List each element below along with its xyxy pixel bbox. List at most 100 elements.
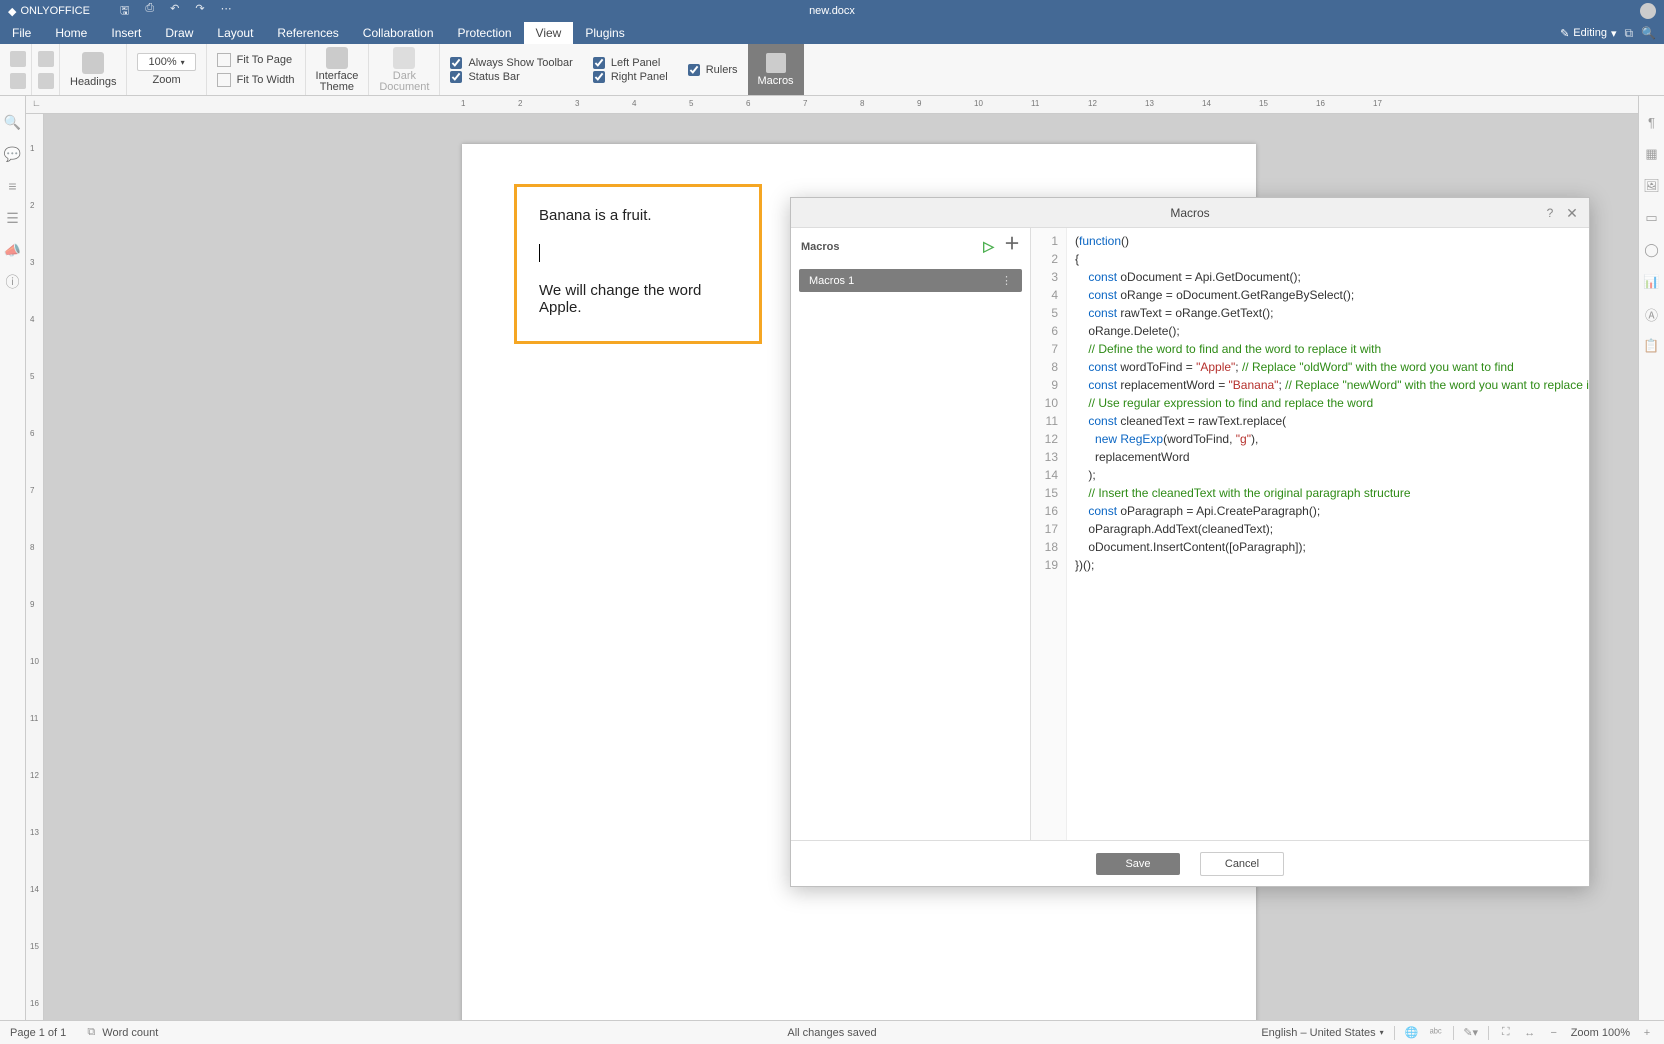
app-name: ONLYOFFICE xyxy=(20,5,89,17)
macros-button[interactable]: Macros xyxy=(748,44,804,95)
doc-line-1: Banana is a fruit. xyxy=(539,207,737,224)
zoom-label: Zoom xyxy=(153,74,181,86)
highlighted-selection: Banana is a fruit. We will change the wo… xyxy=(514,184,762,344)
menu-insert[interactable]: Insert xyxy=(99,22,153,44)
more-icon[interactable]: ⋯ xyxy=(221,2,232,21)
vertical-ruler[interactable]: 123456789101112131415161718 xyxy=(26,114,44,1020)
zoom-out-icon[interactable]: − xyxy=(1547,1026,1561,1040)
user-avatar[interactable] xyxy=(1640,3,1656,19)
zoom-level[interactable]: Zoom 100% xyxy=(1571,1027,1630,1039)
paragraph-settings-icon[interactable]: ¶ xyxy=(1644,114,1660,130)
wordcount-label: Word count xyxy=(102,1027,158,1039)
menu-layout[interactable]: Layout xyxy=(205,22,265,44)
kebab-icon[interactable]: ⋮ xyxy=(1001,274,1012,287)
shape-settings-icon[interactable]: ◯ xyxy=(1644,242,1660,258)
menubar: FileHomeInsertDrawLayoutReferencesCollab… xyxy=(0,22,1664,44)
ribbon-view: Headings 100% ▾ Zoom Fit To Page Fit To … xyxy=(0,44,1664,96)
chevron-down-icon: ▾ xyxy=(181,58,185,67)
checkbox[interactable] xyxy=(450,57,462,69)
fit-width-status-icon[interactable]: ↔ xyxy=(1523,1026,1537,1040)
menu-file[interactable]: File xyxy=(0,22,43,44)
save-icon[interactable]: 🖫 xyxy=(120,2,129,21)
titlebar: ◆ ONLYOFFICE 🖫 ⎙ ↶ ↷ ⋯ new.docx xyxy=(0,0,1664,22)
cancel-button[interactable]: Cancel xyxy=(1200,852,1284,876)
check-right-panel[interactable]: Right Panel xyxy=(593,71,668,83)
zoom-value-dropdown[interactable]: 100% ▾ xyxy=(137,53,195,71)
fit-page-status-icon[interactable]: ⛶ xyxy=(1499,1026,1513,1040)
table-settings-icon[interactable]: ▦ xyxy=(1644,146,1660,162)
quick-access-toolbar: 🖫 ⎙ ↶ ↷ ⋯ xyxy=(120,2,232,21)
spellcheck-icon[interactable]: 🌐 xyxy=(1405,1026,1419,1040)
about-icon[interactable]: ⓘ xyxy=(5,274,21,290)
search-icon[interactable]: 🔍 xyxy=(1641,26,1656,40)
redo-icon[interactable]: ↷ xyxy=(195,2,204,21)
menu-references[interactable]: References xyxy=(265,22,350,44)
menu-home[interactable]: Home xyxy=(43,22,99,44)
menu-view[interactable]: View xyxy=(524,22,574,44)
horizontal-ruler[interactable]: ∟ 1234567891011121314151617 xyxy=(26,96,1638,114)
headings-panel-icon[interactable]: ≡ xyxy=(5,178,21,194)
editing-mode-dropdown[interactable]: ✎ Editing ▾ xyxy=(1560,27,1616,40)
menu-plugins[interactable]: Plugins xyxy=(573,22,636,44)
fit-to-page[interactable]: Fit To Page xyxy=(217,53,292,67)
check-always-show-toolbar[interactable]: Always Show Toolbar xyxy=(450,57,572,69)
pencil-icon: ✎ xyxy=(1560,27,1569,40)
dark-doc-icon xyxy=(393,47,415,69)
macros-label: Macros xyxy=(758,75,794,87)
dialog-help-icon[interactable]: ? xyxy=(1541,204,1559,222)
undo-icon[interactable]: ↶ xyxy=(170,2,179,21)
format-painter-icon[interactable] xyxy=(38,73,54,89)
check-label: Right Panel xyxy=(611,71,668,83)
header-footer-icon[interactable]: ▭ xyxy=(1644,210,1660,226)
editing-label: Editing xyxy=(1573,27,1607,39)
theme-icon xyxy=(326,47,348,69)
paste-icon[interactable] xyxy=(10,73,26,89)
check-left-panel[interactable]: Left Panel xyxy=(593,57,668,69)
menu-collaboration[interactable]: Collaboration xyxy=(351,22,446,44)
dark-document-toggle: DarkDocument xyxy=(369,44,440,95)
trackchanges-icon[interactable]: ✎▾ xyxy=(1464,1026,1478,1040)
tab-stop-indicator[interactable]: ∟ xyxy=(32,98,41,108)
chart-settings-icon[interactable]: 📊 xyxy=(1644,274,1660,290)
save-status: All changes saved xyxy=(787,1027,876,1039)
check-status-bar[interactable]: Status Bar xyxy=(450,71,572,83)
run-macro-icon[interactable]: ▷ xyxy=(983,238,994,255)
menu-protection[interactable]: Protection xyxy=(446,22,524,44)
wordcount-button[interactable]: ⧉Word count xyxy=(84,1026,158,1040)
check-label: Rulers xyxy=(706,64,738,76)
fit-to-width[interactable]: Fit To Width xyxy=(217,73,295,87)
outline-icon[interactable]: ☰ xyxy=(5,210,21,226)
comments-icon[interactable]: 💬 xyxy=(5,146,21,162)
add-macro-icon[interactable]: ＋ xyxy=(1004,238,1020,255)
macro-list-panel: Macros ▷ ＋ Macros 1⋮ xyxy=(791,228,1031,840)
navigation-headings[interactable]: Headings xyxy=(60,44,127,95)
code-body[interactable]: (function(){ const oDocument = Api.GetDo… xyxy=(1067,228,1589,840)
check-rulers[interactable]: Rulers xyxy=(688,64,738,76)
copy-icon[interactable] xyxy=(10,51,26,67)
dialog-close-icon[interactable]: ✕ xyxy=(1563,204,1581,222)
checkbox[interactable] xyxy=(688,64,700,76)
textart-settings-icon[interactable]: Ⓐ xyxy=(1644,306,1660,322)
statusbar: Page 1 of 1 ⧉Word count All changes save… xyxy=(0,1020,1664,1044)
page-indicator[interactable]: Page 1 of 1 xyxy=(10,1027,66,1039)
dialog-titlebar[interactable]: Macros ? ✕ xyxy=(791,198,1589,228)
checkbox[interactable] xyxy=(593,71,605,83)
form-settings-icon[interactable]: 📋 xyxy=(1644,338,1660,354)
doc-language-dropdown[interactable]: English – United States▾ xyxy=(1261,1027,1383,1039)
macro-item[interactable]: Macros 1⋮ xyxy=(799,269,1022,292)
checkbox[interactable] xyxy=(450,71,462,83)
image-settings-icon[interactable]: 🖼 xyxy=(1644,178,1660,194)
spellcheck-abc-icon[interactable]: ᵃᵇᶜ xyxy=(1429,1026,1443,1040)
save-button[interactable]: Save xyxy=(1096,853,1180,875)
interface-theme-dropdown[interactable]: InterfaceTheme xyxy=(306,44,370,95)
open-location-icon[interactable]: ⧉ xyxy=(1624,26,1633,41)
feedback-icon[interactable]: 📣 xyxy=(5,242,21,258)
print-icon[interactable]: ⎙ xyxy=(145,2,154,21)
cut-icon[interactable] xyxy=(38,51,54,67)
zoom-in-icon[interactable]: + xyxy=(1640,1026,1654,1040)
checkbox[interactable] xyxy=(593,57,605,69)
headings-label: Headings xyxy=(70,76,116,88)
menu-draw[interactable]: Draw xyxy=(153,22,205,44)
find-icon[interactable]: 🔍 xyxy=(5,114,21,130)
code-editor[interactable]: 12345678910111213141516171819 (function(… xyxy=(1031,228,1589,840)
